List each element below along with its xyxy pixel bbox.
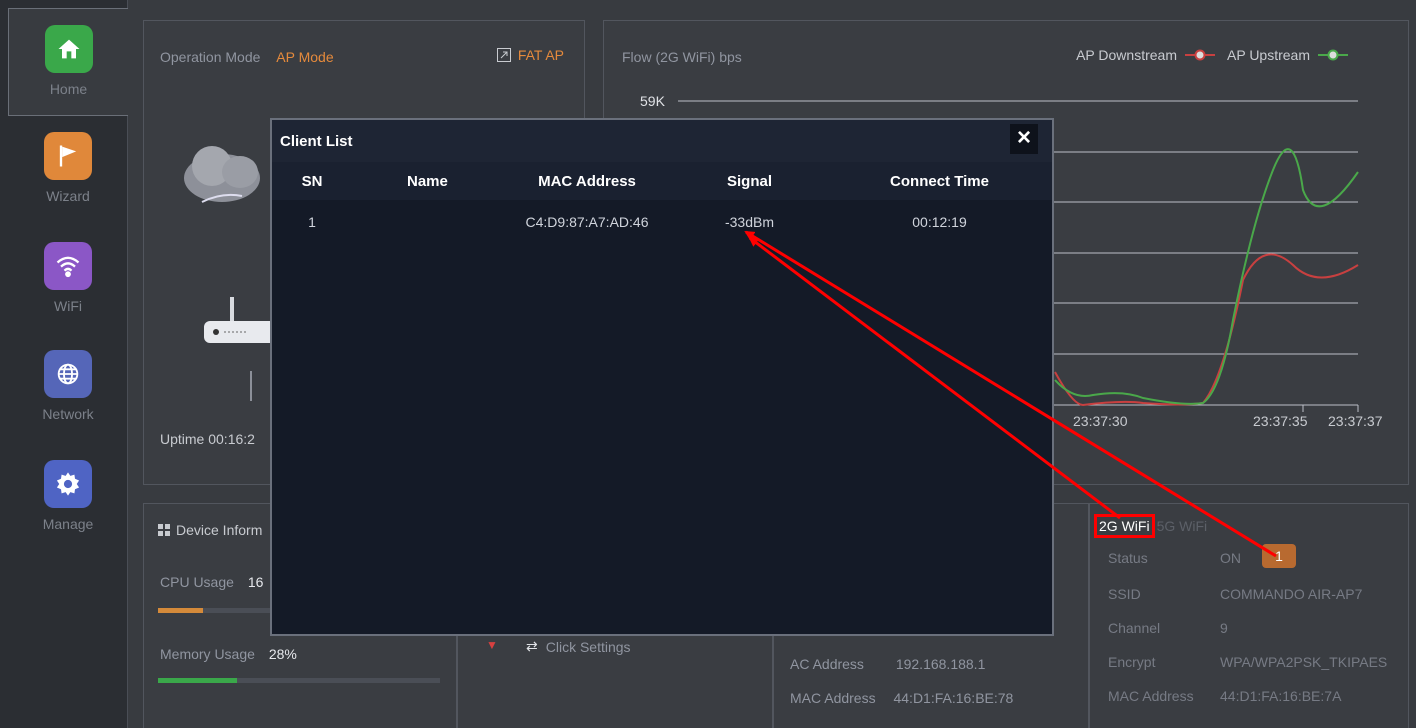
ssid-value: COMMANDO AIR-AP7 [1220, 586, 1363, 602]
cell-mac: C4:D9:87:A7:AD:46 [525, 214, 649, 230]
encrypt-label: Encrypt [1108, 654, 1156, 670]
tab-5g-wifi[interactable]: 5G WiFi [1155, 514, 1210, 538]
x-tick-label: 23:37:35 [1253, 413, 1308, 429]
sidebar-item-label: Wizard [46, 188, 90, 204]
sidebar-item-label: Home [49, 81, 88, 97]
ssid-label: SSID [1108, 586, 1141, 602]
gear-icon [44, 460, 92, 508]
operation-mode: Operation Mode AP Mode [160, 49, 334, 65]
wifi-info-panel: 2G WiFi 5G WiFi Status ON 1 SSID COMMAND… [1089, 503, 1409, 728]
swap-icon: ⇄ [526, 638, 538, 654]
ac-address: AC Address 192.168.188.1 [790, 656, 985, 672]
sidebar-item-wifi[interactable]: WiFi [8, 226, 128, 334]
channel-label: Channel [1108, 620, 1161, 636]
memory-usage-value: 28% [268, 646, 297, 662]
close-button[interactable]: × [1010, 124, 1038, 154]
table-row[interactable]: 1 C4:D9:87:A7:AD:46 -33dBm 00:12:19 [272, 200, 1052, 244]
uptime: Uptime 00:16:2 [160, 431, 255, 447]
dialog-header: Client List × [272, 120, 1052, 162]
device-info-header: Device Inform [158, 522, 262, 538]
operation-mode-value: AP Mode [276, 49, 334, 65]
click-settings-link[interactable]: ⇄ Click Settings [526, 638, 631, 655]
cpu-usage-value: 16 [247, 574, 264, 590]
wifi-icon [44, 242, 92, 290]
column-header-name: Name [407, 172, 448, 190]
downstream-series [1054, 253, 1359, 407]
grid-icon [158, 524, 170, 536]
home-icon [44, 25, 93, 73]
cell-sn: 1 [308, 214, 316, 230]
column-header-signal: Signal [726, 172, 772, 190]
globe-icon [44, 350, 92, 398]
memory-usage-bar [158, 678, 440, 683]
client-count-badge[interactable]: 1 [1262, 544, 1296, 568]
device-info-title: Device Inform [176, 522, 263, 538]
cpu-usage-label: CPU Usage [160, 574, 234, 590]
sidebar-item-label: Network [42, 406, 94, 422]
external-link-icon [496, 48, 511, 62]
dialog-title: Client List [280, 132, 353, 150]
sidebar-item-network[interactable]: Network [8, 334, 128, 442]
column-header-sn: SN [301, 172, 323, 190]
memory-usage: Memory Usage 28% [160, 646, 297, 662]
cloud-icon [184, 146, 260, 203]
tab-2g-wifi[interactable]: 2G WiFi [1094, 514, 1155, 538]
channel-value: 9 [1220, 620, 1228, 636]
status-value: ON [1220, 550, 1241, 566]
cell-connect-time: 00:12:19 [912, 214, 967, 230]
wifi-mac-value: 44:D1:FA:16:BE:7A [1220, 688, 1342, 704]
cpu-usage: CPU Usage 16 [160, 574, 263, 590]
ac-address-value: 192.168.188.1 [895, 656, 986, 672]
memory-usage-fill [158, 678, 237, 683]
column-header-mac: MAC Address [538, 172, 636, 190]
mac-address: MAC Address 44:D1:FA:16:BE:78 [790, 690, 1013, 706]
fat-ap-button[interactable]: FAT AP [496, 47, 564, 63]
x-tick-label: 23:37:30 [1073, 413, 1128, 429]
wifi-mac-label: MAC Address [1108, 688, 1194, 704]
wifi-tabs: 2G WiFi 5G WiFi [1094, 514, 1209, 538]
cpu-usage-fill [158, 608, 204, 613]
marker-icon: ▼ [486, 638, 498, 652]
ac-address-label: AC Address [790, 656, 864, 672]
sidebar-item-label: Manage [42, 516, 94, 532]
connector-line [250, 371, 252, 401]
column-header-connect-time: Connect Time [890, 172, 989, 190]
table-header: SN Name MAC Address Signal Connect Time [272, 162, 1052, 200]
mac-address-label: MAC Address [790, 690, 876, 706]
sidebar-item-manage[interactable]: Manage [8, 444, 128, 552]
sidebar-item-label: WiFi [54, 298, 82, 314]
sidebar-item-wizard[interactable]: Wizard [8, 116, 128, 224]
operation-mode-label: Operation Mode [160, 49, 261, 65]
memory-usage-label: Memory Usage [160, 646, 255, 662]
click-settings-label: Click Settings [545, 638, 631, 655]
encrypt-value: WPA/WPA2PSK_TKIPAES [1220, 654, 1388, 670]
sidebar-item-home[interactable]: Home [8, 8, 128, 116]
flag-icon [44, 132, 92, 180]
sidebar: Home Wizard WiFi Network Manage [0, 0, 128, 728]
client-list-dialog: Client List × SN Name MAC Address Signal… [270, 118, 1054, 636]
cell-signal: -33dBm [724, 214, 775, 230]
fat-ap-label: FAT AP [517, 47, 564, 63]
status-label: Status [1108, 550, 1148, 566]
x-tick-label: 23:37:37 [1328, 413, 1383, 429]
mac-address-value: 44:D1:FA:16:BE:78 [893, 690, 1014, 706]
